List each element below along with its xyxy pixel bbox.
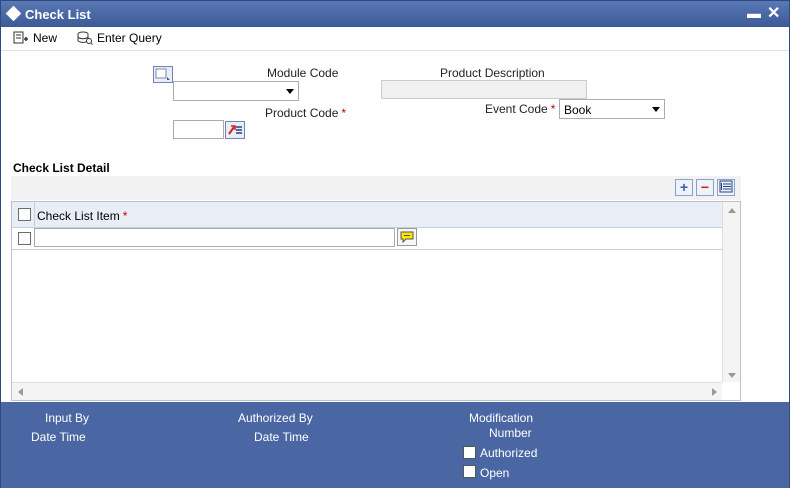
event-code-label-text: Event Code bbox=[485, 102, 548, 116]
new-doc-icon bbox=[13, 31, 29, 45]
authorized-label: Authorized bbox=[480, 446, 538, 460]
event-code-value: Book bbox=[564, 103, 592, 117]
chevron-down-icon bbox=[286, 89, 294, 94]
product-code-label: Product Code * bbox=[265, 106, 346, 120]
authorized-by-label: Authorized By bbox=[238, 411, 313, 425]
product-description-field bbox=[381, 80, 587, 99]
list-of-values-icon bbox=[228, 125, 242, 135]
view-rows-button[interactable] bbox=[717, 179, 735, 196]
product-code-lov-button[interactable] bbox=[225, 121, 245, 139]
required-marker: * bbox=[341, 106, 347, 120]
check-list-item-input[interactable] bbox=[34, 228, 395, 247]
event-code-label: Event Code * bbox=[485, 102, 555, 116]
row-checkbox[interactable] bbox=[18, 232, 31, 245]
check-list-item-header-text: Check List Item bbox=[37, 209, 120, 223]
new-label: New bbox=[33, 31, 58, 45]
record-selector-icon[interactable] bbox=[153, 66, 173, 83]
date-time-label: Date Time bbox=[31, 430, 86, 444]
grid-header: Check List Item * bbox=[12, 202, 722, 228]
title-bar: Check List ▬ ✕ bbox=[1, 1, 789, 27]
scroll-right-icon[interactable] bbox=[712, 388, 717, 396]
enter-query-label: Enter Query bbox=[97, 31, 162, 45]
scroll-left-icon[interactable] bbox=[18, 388, 23, 396]
module-code-select[interactable] bbox=[173, 81, 299, 101]
speech-bubble-icon bbox=[400, 231, 414, 244]
product-description-label: Product Description bbox=[440, 66, 545, 80]
modification-number-label: Number bbox=[489, 426, 532, 440]
product-code-label-text: Product Code bbox=[265, 106, 339, 120]
auth-date-time-label: Date Time bbox=[254, 430, 309, 444]
open-checkbox[interactable] bbox=[463, 465, 476, 478]
query-icon bbox=[77, 31, 93, 45]
minus-icon: − bbox=[700, 179, 710, 195]
plus-icon: + bbox=[679, 179, 689, 195]
scroll-down-icon[interactable] bbox=[728, 373, 736, 378]
list-view-icon bbox=[719, 180, 733, 193]
toolbar: New Enter Query bbox=[1, 27, 789, 51]
module-code-label: Module Code bbox=[267, 66, 339, 80]
enter-query-button[interactable]: Enter Query bbox=[77, 31, 162, 45]
grid-toolbar: + − bbox=[11, 176, 741, 200]
open-label: Open bbox=[480, 466, 510, 480]
check-list-grid: Check List Item * bbox=[11, 201, 741, 401]
select-all-checkbox[interactable] bbox=[18, 208, 31, 221]
table-row bbox=[12, 228, 722, 250]
horizontal-scrollbar[interactable] bbox=[12, 382, 722, 400]
required-marker: * bbox=[550, 102, 556, 116]
product-code-input[interactable] bbox=[173, 120, 224, 139]
narrative-button[interactable] bbox=[397, 228, 417, 246]
check-list-detail-title: Check List Detail bbox=[13, 161, 110, 175]
scroll-up-icon[interactable] bbox=[728, 208, 736, 213]
audit-footer: Input By Date Time Authorized By Date Ti… bbox=[1, 402, 789, 488]
minimize-icon[interactable]: ▬ bbox=[747, 5, 761, 21]
input-by-label: Input By bbox=[45, 411, 90, 425]
required-marker: * bbox=[122, 209, 128, 223]
window-diamond-icon bbox=[5, 5, 22, 22]
check-list-window: Check List ▬ ✕ New Enter Query Module Co… bbox=[0, 0, 790, 488]
check-list-item-header: Check List Item * bbox=[37, 209, 127, 223]
form-area: Module Code Product Description Product … bbox=[1, 52, 789, 402]
authorized-checkbox[interactable] bbox=[463, 446, 476, 459]
chevron-down-icon bbox=[652, 107, 660, 112]
add-row-button[interactable]: + bbox=[675, 179, 693, 196]
close-icon[interactable]: ✕ bbox=[767, 3, 780, 23]
modification-label: Modification bbox=[469, 411, 534, 425]
header-divider bbox=[34, 202, 35, 228]
new-button[interactable]: New bbox=[13, 31, 57, 45]
window-title: Check List bbox=[25, 7, 91, 22]
event-code-select[interactable]: Book bbox=[559, 99, 665, 119]
vertical-scrollbar[interactable] bbox=[722, 202, 740, 382]
delete-row-button[interactable]: − bbox=[696, 179, 714, 196]
